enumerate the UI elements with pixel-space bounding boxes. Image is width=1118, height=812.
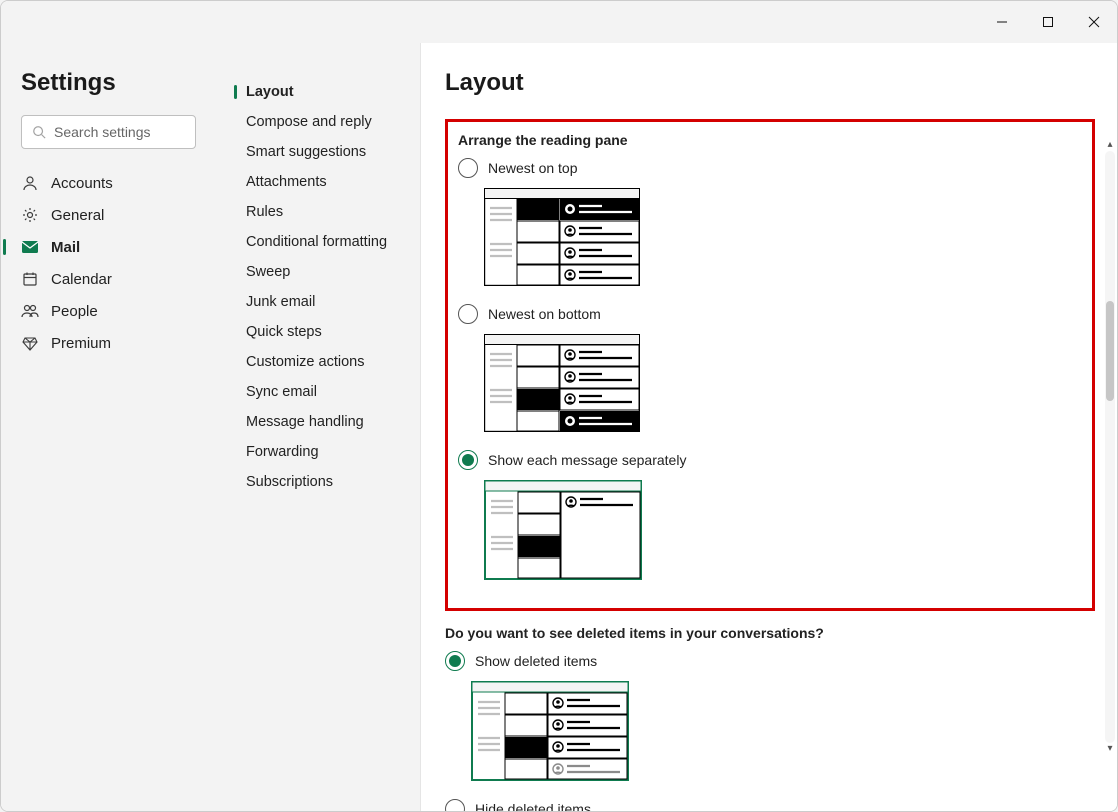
nav-label: Premium bbox=[51, 335, 111, 352]
option-label: Newest on top bbox=[488, 160, 578, 176]
reading-pane-section: Arrange the reading pane Newest on top bbox=[445, 119, 1095, 611]
gear-icon bbox=[21, 206, 39, 224]
content-title: Layout bbox=[445, 69, 1117, 97]
subnav-junk[interactable]: Junk email bbox=[216, 287, 420, 317]
option-newest-bottom[interactable]: Newest on bottom bbox=[458, 304, 1082, 324]
nav-accounts[interactable]: Accounts bbox=[1, 167, 216, 199]
primary-sidebar: Settings Search settings Accounts Genera… bbox=[1, 43, 216, 811]
section-title: Arrange the reading pane bbox=[458, 132, 1082, 148]
calendar-icon bbox=[21, 270, 39, 288]
option-label: Newest on bottom bbox=[488, 306, 601, 322]
mail-icon bbox=[21, 238, 39, 256]
subnav-customize[interactable]: Customize actions bbox=[216, 347, 420, 377]
subnav-layout[interactable]: Layout bbox=[216, 77, 420, 107]
minimize-button[interactable] bbox=[979, 6, 1025, 38]
content-pane: Layout Arrange the reading pane Newest o… bbox=[421, 43, 1117, 811]
search-input[interactable]: Search settings bbox=[21, 115, 196, 149]
search-icon bbox=[32, 125, 46, 139]
person-icon bbox=[21, 174, 39, 192]
radio-icon bbox=[445, 651, 465, 671]
nav-label: Calendar bbox=[51, 271, 112, 288]
nav-label: People bbox=[51, 303, 98, 320]
option-newest-top[interactable]: Newest on top bbox=[458, 158, 1082, 178]
option-hide-deleted[interactable]: Hide deleted items bbox=[445, 799, 1117, 811]
option-label: Hide deleted items bbox=[475, 801, 591, 811]
preview-newest-top bbox=[484, 188, 1082, 286]
nav-general[interactable]: General bbox=[1, 199, 216, 231]
option-separate[interactable]: Show each message separately bbox=[458, 450, 1082, 470]
secondary-sidebar: Layout Compose and reply Smart suggestio… bbox=[216, 43, 421, 811]
nav-label: General bbox=[51, 207, 104, 224]
scroll-down-icon[interactable]: ▾ bbox=[1105, 743, 1115, 755]
subnav-smart[interactable]: Smart suggestions bbox=[216, 137, 420, 167]
subnav-sync[interactable]: Sync email bbox=[216, 377, 420, 407]
subnav-compose[interactable]: Compose and reply bbox=[216, 107, 420, 137]
titlebar bbox=[1, 1, 1117, 43]
radio-icon bbox=[458, 158, 478, 178]
option-label: Show each message separately bbox=[488, 452, 686, 468]
people-icon bbox=[21, 302, 39, 320]
radio-icon bbox=[445, 799, 465, 811]
subnav-sweep[interactable]: Sweep bbox=[216, 257, 420, 287]
section-title: Do you want to see deleted items in your… bbox=[445, 625, 1117, 641]
subnav-handling[interactable]: Message handling bbox=[216, 407, 420, 437]
nav-mail[interactable]: Mail bbox=[1, 231, 216, 263]
nav-people[interactable]: People bbox=[1, 295, 216, 327]
option-label: Show deleted items bbox=[475, 653, 597, 669]
diamond-icon bbox=[21, 334, 39, 352]
scrollbar[interactable]: ▴ ▾ bbox=[1105, 151, 1115, 743]
nav-premium[interactable]: Premium bbox=[1, 327, 216, 359]
subnav-rules[interactable]: Rules bbox=[216, 197, 420, 227]
maximize-button[interactable] bbox=[1025, 6, 1071, 38]
nav-calendar[interactable]: Calendar bbox=[1, 263, 216, 295]
preview-show-deleted bbox=[471, 681, 1117, 781]
subnav-conditional[interactable]: Conditional formatting bbox=[216, 227, 420, 257]
close-button[interactable] bbox=[1071, 6, 1117, 38]
search-placeholder: Search settings bbox=[54, 124, 151, 140]
nav-label: Mail bbox=[51, 239, 80, 256]
nav-label: Accounts bbox=[51, 175, 113, 192]
option-show-deleted[interactable]: Show deleted items bbox=[445, 651, 1117, 671]
radio-icon bbox=[458, 304, 478, 324]
subnav-quicksteps[interactable]: Quick steps bbox=[216, 317, 420, 347]
radio-icon bbox=[458, 450, 478, 470]
scroll-up-icon[interactable]: ▴ bbox=[1105, 139, 1115, 151]
subnav-attachments[interactable]: Attachments bbox=[216, 167, 420, 197]
scroll-thumb[interactable] bbox=[1106, 301, 1114, 401]
preview-newest-bottom bbox=[484, 334, 1082, 432]
subnav-forwarding[interactable]: Forwarding bbox=[216, 437, 420, 467]
page-title: Settings bbox=[1, 69, 216, 115]
settings-window: Settings Search settings Accounts Genera… bbox=[0, 0, 1118, 812]
subnav-subscriptions[interactable]: Subscriptions bbox=[216, 467, 420, 497]
preview-separate bbox=[484, 480, 1082, 580]
